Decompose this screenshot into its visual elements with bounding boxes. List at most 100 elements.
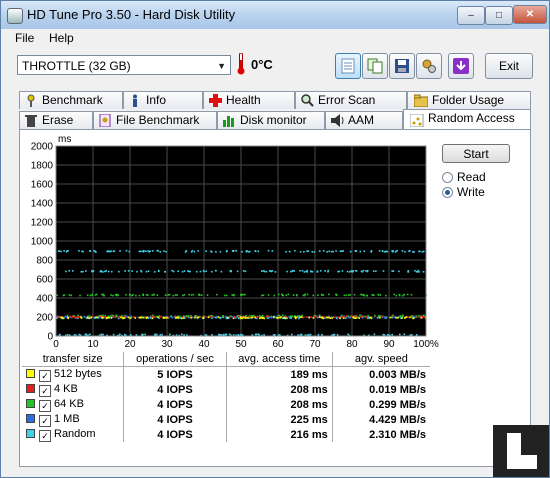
read-radio-dot[interactable] xyxy=(442,172,453,183)
series-color-swatch xyxy=(26,383,35,393)
tab-erase[interactable]: Erase xyxy=(19,111,93,129)
data-point xyxy=(180,333,183,336)
data-point xyxy=(410,293,413,296)
data-point xyxy=(205,270,207,273)
data-point xyxy=(311,270,314,273)
data-point xyxy=(327,269,330,272)
tab-file-benchmark[interactable]: File Benchmark xyxy=(93,111,217,129)
data-point xyxy=(254,250,257,253)
access-time-cell: 225 ms xyxy=(226,412,333,427)
tab-health[interactable]: Health xyxy=(203,91,295,109)
data-point xyxy=(178,315,181,318)
data-point xyxy=(125,249,128,252)
speed-cell: 0.299 MB/s xyxy=(369,398,426,411)
data-point xyxy=(279,316,281,319)
data-point xyxy=(403,333,406,336)
tab-folder-usage[interactable]: Folder Usage xyxy=(407,91,531,109)
data-point xyxy=(355,270,357,272)
write-radio-dot[interactable] xyxy=(442,187,453,198)
read-radio[interactable]: Read xyxy=(442,170,486,184)
table-row: ✓ 64 KB 4 IOPS 208 ms 0.299 MB/s xyxy=(22,397,430,412)
series-checkbox[interactable]: ✓ xyxy=(39,369,51,382)
series-checkbox[interactable]: ✓ xyxy=(39,399,51,412)
data-point xyxy=(124,333,126,336)
drive-select-value: THROTTLE (32 GB) xyxy=(22,59,131,73)
data-point xyxy=(62,294,65,297)
data-point xyxy=(149,250,151,252)
data-point xyxy=(411,334,413,336)
y-tick-label: 2000 xyxy=(31,142,54,153)
col-operations: operations / sec xyxy=(123,352,227,367)
data-point xyxy=(80,270,83,273)
data-point xyxy=(293,270,296,272)
tab-benchmark[interactable]: Benchmark xyxy=(19,91,123,109)
data-point xyxy=(171,269,173,272)
info-button[interactable] xyxy=(335,53,361,79)
data-point xyxy=(138,294,141,297)
tab-error-scan[interactable]: Error Scan xyxy=(295,91,407,109)
start-button[interactable]: Start xyxy=(442,144,510,163)
data-point xyxy=(395,316,397,319)
menu-file[interactable]: File xyxy=(15,31,34,45)
data-point xyxy=(119,250,121,252)
x-tick-label: 70 xyxy=(309,339,321,350)
data-point xyxy=(288,250,291,253)
copy-button[interactable] xyxy=(362,53,388,79)
data-point xyxy=(319,269,322,272)
tab-aam[interactable]: AAM xyxy=(325,111,403,129)
data-point xyxy=(244,270,247,273)
options-icon xyxy=(422,59,436,73)
data-point xyxy=(197,250,200,252)
data-point xyxy=(189,316,191,318)
tab-file-benchmark-label: File Benchmark xyxy=(116,113,200,127)
data-point xyxy=(265,270,268,273)
exit-button[interactable]: Exit xyxy=(485,53,533,79)
data-point xyxy=(128,294,131,296)
data-point xyxy=(182,294,184,297)
data-point xyxy=(110,316,113,319)
data-point xyxy=(363,250,366,252)
data-point xyxy=(231,294,234,296)
data-point xyxy=(377,294,380,296)
data-point xyxy=(114,316,117,319)
close-button[interactable]: ✕ xyxy=(513,5,547,24)
data-point xyxy=(147,250,149,252)
data-point xyxy=(257,250,260,253)
data-point xyxy=(263,334,265,336)
data-point xyxy=(95,316,97,318)
series-checkbox[interactable]: ✓ xyxy=(39,414,51,427)
data-point xyxy=(80,317,83,319)
options-button[interactable] xyxy=(416,53,442,79)
data-point xyxy=(181,317,183,320)
data-point xyxy=(393,293,396,296)
drive-select[interactable]: THROTTLE (32 GB) ▼ xyxy=(17,55,231,75)
series-color-swatch xyxy=(26,368,35,378)
tab-info[interactable]: Info xyxy=(123,91,203,109)
data-point xyxy=(160,315,162,318)
data-point xyxy=(382,270,385,272)
tab-disk-monitor[interactable]: Disk monitor xyxy=(217,111,325,129)
series-checkbox[interactable]: ✓ xyxy=(39,429,51,442)
data-point xyxy=(157,269,160,272)
chevron-down-icon[interactable]: ▼ xyxy=(217,56,226,76)
data-point xyxy=(248,250,251,253)
data-point xyxy=(404,317,406,319)
data-point xyxy=(258,316,260,318)
series-checkbox[interactable]: ✓ xyxy=(39,384,51,397)
save-button[interactable] xyxy=(389,53,415,79)
read-radio-label: Read xyxy=(457,170,486,184)
data-point xyxy=(141,250,144,253)
minimize-button[interactable]: – xyxy=(457,6,485,25)
data-point xyxy=(102,333,104,336)
logo-mark xyxy=(507,433,537,469)
menu-help[interactable]: Help xyxy=(49,31,74,45)
ops-cell: 4 IOPS xyxy=(123,412,227,427)
data-point xyxy=(71,270,74,272)
data-point xyxy=(216,293,218,296)
write-radio[interactable]: Write xyxy=(442,185,485,199)
data-point xyxy=(100,333,103,336)
maximize-button[interactable]: □ xyxy=(485,6,513,25)
data-point xyxy=(270,270,273,273)
tab-random-access[interactable]: Random Access xyxy=(403,109,531,131)
download-button[interactable] xyxy=(448,53,474,79)
